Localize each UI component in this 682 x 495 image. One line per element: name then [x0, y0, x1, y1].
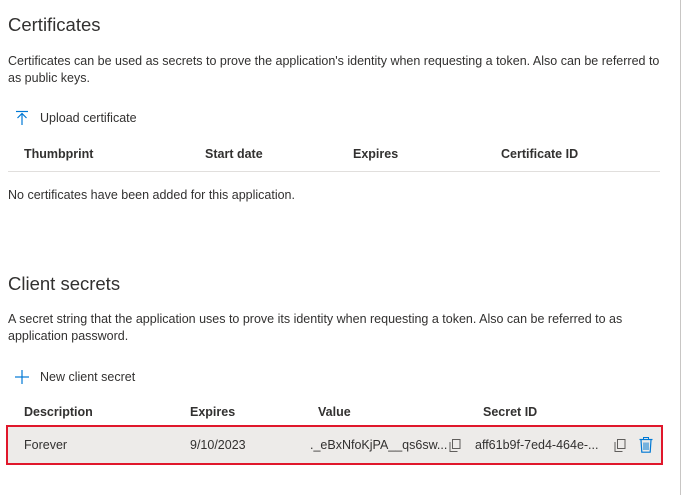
plus-icon: [15, 370, 29, 384]
upload-certificate-label: Upload certificate: [40, 111, 137, 125]
col-value[interactable]: Value: [318, 405, 351, 419]
upload-certificate-button[interactable]: Upload certificate: [14, 110, 137, 126]
col-thumbprint[interactable]: Thumbprint: [24, 147, 93, 161]
copy-icon: [614, 438, 626, 452]
certificates-description: Certificates can be used as secrets to p…: [8, 54, 660, 85]
trash-icon: [639, 437, 653, 453]
certificates-title: Certificates: [8, 14, 101, 35]
delete-secret-button[interactable]: [638, 437, 654, 453]
table-row[interactable]: Forever 9/10/2023 ._eBxNfoKjPA__qs6sw...…: [6, 425, 663, 465]
certificates-empty-message: No certificates have been added for this…: [8, 188, 295, 202]
col-start-date[interactable]: Start date: [205, 147, 263, 161]
secret-expires: 9/10/2023: [190, 438, 246, 452]
certificates-header-divider: [8, 171, 660, 172]
client-secrets-description: A secret string that the application use…: [8, 312, 623, 343]
copy-secret-id-button[interactable]: [612, 437, 628, 453]
secret-description: Forever: [24, 438, 68, 452]
copy-icon: [449, 438, 461, 452]
client-secrets-title: Client secrets: [8, 273, 121, 294]
secret-value: ._eBxNfoKjPA__qs6sw...: [310, 438, 448, 452]
col-description[interactable]: Description: [24, 405, 93, 419]
new-client-secret-label: New client secret: [40, 370, 136, 384]
panel-border: [680, 0, 681, 495]
col-secret-expires[interactable]: Expires: [190, 405, 235, 419]
col-cert-expires[interactable]: Expires: [353, 147, 398, 161]
copy-value-button[interactable]: [447, 437, 463, 453]
new-client-secret-button[interactable]: New client secret: [14, 369, 135, 385]
col-certificate-id[interactable]: Certificate ID: [501, 147, 578, 161]
col-secret-id[interactable]: Secret ID: [483, 405, 537, 419]
upload-arrow-icon: [16, 110, 28, 125]
secret-id-value: aff61b9f-7ed4-464e-...: [475, 438, 599, 452]
